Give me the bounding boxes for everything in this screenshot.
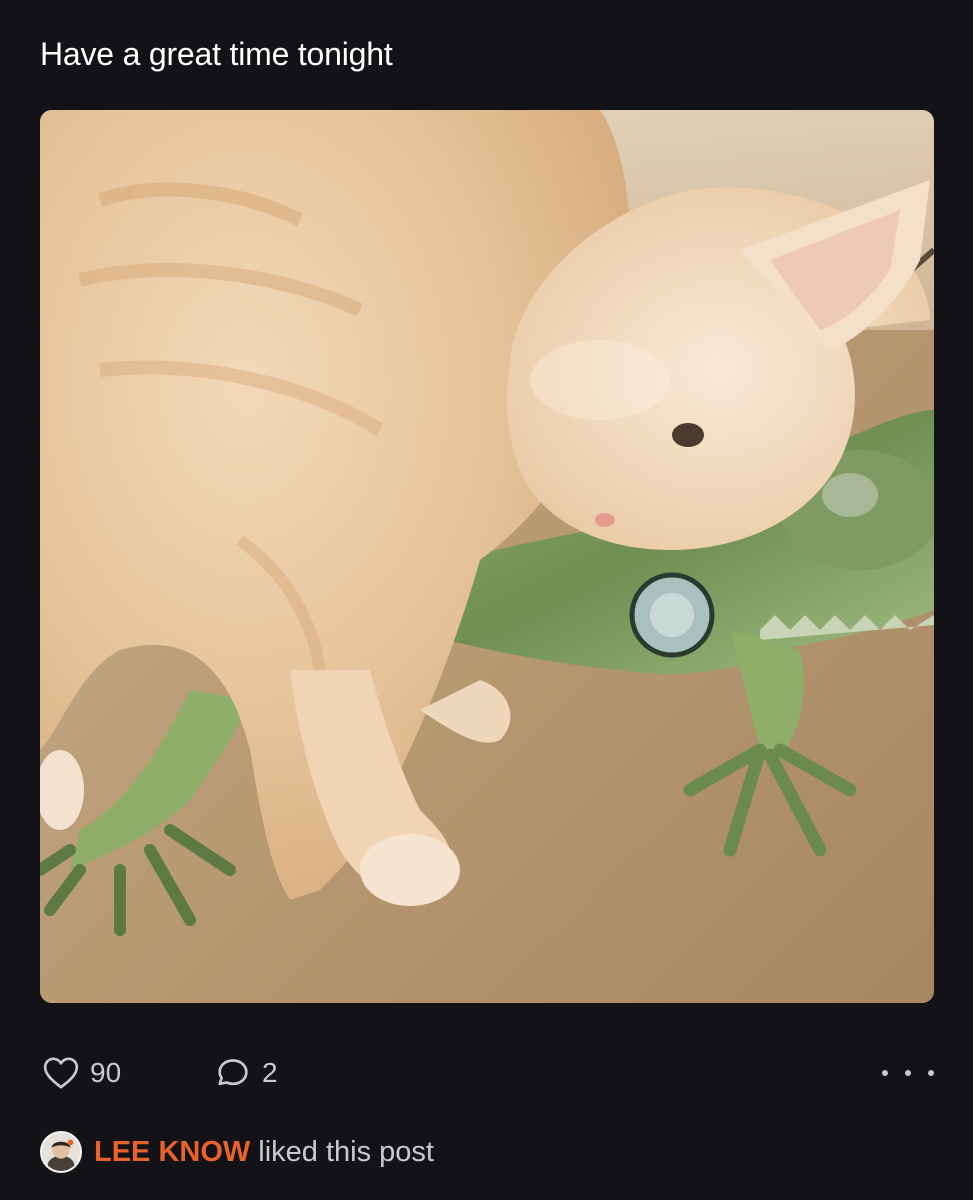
like-count: 90 [90, 1057, 122, 1088]
cat-iguana-photo [40, 110, 934, 1003]
like-button[interactable]: 90 [40, 1050, 121, 1096]
post-text: Have a great time tonight [40, 36, 393, 72]
more-dot [928, 1070, 934, 1076]
liker-name[interactable]: LEE KNOW [94, 1136, 250, 1169]
post-image[interactable] [40, 110, 934, 1003]
comment-bubble-icon [212, 1052, 254, 1094]
more-dot [882, 1070, 888, 1076]
more-dot [905, 1070, 911, 1076]
liked-by-row: LEE KNOW liked this post [40, 1130, 434, 1174]
reply-count: 2 [262, 1057, 278, 1088]
more-options-button[interactable] [882, 1056, 934, 1090]
heart-icon [40, 1052, 82, 1094]
reply-button[interactable]: 2 [212, 1050, 278, 1096]
post-actions: 90 2 [40, 1050, 934, 1096]
post-card: Have a great time tonight 90 2 LEE KNOW … [0, 0, 973, 1200]
liker-avatar[interactable] [40, 1131, 82, 1173]
liked-text: liked this post [258, 1135, 434, 1168]
